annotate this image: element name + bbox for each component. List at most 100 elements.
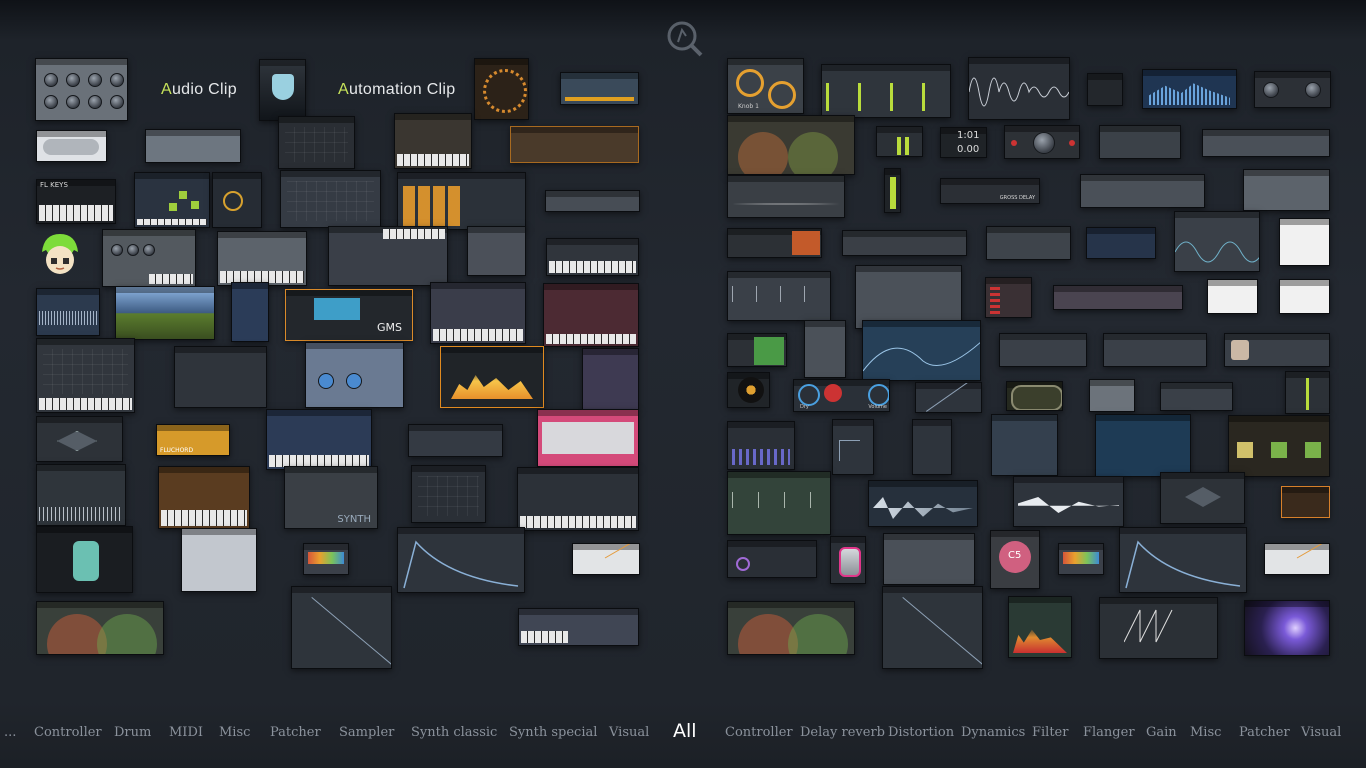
plugin-thumb-eq-curves-2[interactable]	[727, 601, 855, 655]
plugin-thumb-spectrum-blue[interactable]	[1142, 69, 1237, 109]
tab-fx-flanger[interactable]: Flanger	[1083, 725, 1135, 740]
plugin-thumb-channel-strips[interactable]	[821, 64, 951, 118]
plugin-thumb-fader-pair[interactable]	[876, 126, 923, 157]
plugin-thumb-dark-seq[interactable]	[278, 116, 355, 169]
plugin-thumb-cross[interactable]	[912, 419, 952, 475]
plugin-thumb-sytrus[interactable]	[510, 126, 639, 163]
plugin-thumb-orange-synth[interactable]	[394, 113, 472, 169]
plugin-thumb-gray-small[interactable]	[1089, 379, 1135, 412]
plugin-thumb-knob1[interactable]: Knob 1	[727, 58, 804, 114]
tab-fx-distortion[interactable]: Distortion	[888, 725, 954, 740]
audio-clip-label[interactable]: Audio Clip	[161, 81, 237, 99]
plugin-thumb-drumaxx[interactable]	[102, 229, 196, 287]
plugin-thumb-white-page-3[interactable]	[1279, 279, 1330, 314]
plugin-thumb-pink-synth[interactable]	[543, 283, 639, 347]
plugin-thumb-plasma[interactable]	[1244, 600, 1330, 656]
plugin-thumb-c5[interactable]: C5	[990, 530, 1040, 589]
plugin-thumb-keys-small[interactable]	[518, 608, 639, 646]
tab-fx-gain[interactable]: Gain	[1146, 725, 1177, 740]
tab-fx-dynamics[interactable]: Dynamics	[961, 725, 1025, 740]
plugin-thumb-slim-knobs[interactable]	[842, 230, 967, 256]
plugin-thumb-knob-bank[interactable]	[1103, 333, 1207, 367]
plugin-thumb-eq-curves[interactable]	[36, 601, 164, 655]
plugin-thumb-fl-keys[interactable]: FL KEYS	[36, 179, 116, 224]
plugin-thumb-rounded[interactable]	[1006, 381, 1063, 411]
plugin-thumb-curve-small-2[interactable]	[1264, 543, 1330, 575]
plugin-thumb-spectrogram[interactable]	[1008, 596, 1072, 658]
plugin-thumb-saw-display[interactable]	[1099, 597, 1218, 659]
plugin-thumb-pink-module[interactable]	[537, 409, 639, 467]
tab-fx-filter[interactable]: Filter	[1032, 725, 1068, 740]
plugin-thumb-synth-red[interactable]	[430, 282, 526, 344]
plugin-thumb-dark-square[interactable]	[991, 414, 1058, 476]
plugin-thumb-knob-large[interactable]	[883, 533, 975, 585]
plugin-thumb-green-square[interactable]	[727, 333, 787, 367]
plugin-thumb-step[interactable]	[832, 419, 874, 475]
plugin-thumb-envelope[interactable]	[397, 527, 525, 593]
tab-overflow[interactable]: ...	[4, 725, 16, 740]
plugin-thumb-shield[interactable]	[259, 59, 306, 121]
plugin-thumb-curve-small[interactable]	[572, 543, 640, 575]
plugin-thumb-lfo[interactable]	[36, 464, 126, 526]
plugin-thumb-gross-delay[interactable]: GROSS DELAY	[940, 178, 1040, 204]
plugin-thumb-light-ui[interactable]	[181, 528, 257, 592]
plugin-thumb-gms[interactable]: GMS	[285, 289, 413, 341]
tab-gen-synth-special[interactable]: Synth special	[509, 725, 597, 740]
plugin-thumb-clock[interactable]: 1:01 0.00	[940, 127, 987, 158]
plugin-thumb-blue-strip[interactable]	[231, 282, 269, 342]
plugin-thumb-knob-row[interactable]	[986, 226, 1071, 260]
plugin-thumb-ring-synth[interactable]	[212, 172, 262, 228]
plugin-thumb-wave-blue[interactable]	[868, 480, 978, 527]
plugin-thumb-blue-mixer[interactable]	[1086, 227, 1156, 259]
plugin-thumb-diag[interactable]	[915, 382, 982, 413]
plugin-thumb-red-wave[interactable]	[727, 228, 822, 258]
plugin-thumb-editor[interactable]	[328, 226, 448, 286]
tab-gen-sampler[interactable]: Sampler	[339, 725, 394, 740]
tab-fx-patcher[interactable]: Patcher	[1239, 725, 1290, 740]
plugin-thumb-blue-eq[interactable]	[862, 320, 981, 381]
plugin-thumb-dark-pad[interactable]	[174, 346, 267, 408]
plugin-thumb-speaker[interactable]	[36, 526, 133, 593]
plugin-thumb-sine[interactable]	[1174, 211, 1260, 272]
plugin-thumb-curve-editor-2[interactable]	[882, 586, 983, 669]
plugin-thumb-envelope-2[interactable]	[727, 471, 831, 535]
search-icon[interactable]	[664, 18, 704, 58]
plugin-thumb-saw-panel[interactable]	[999, 333, 1087, 367]
tab-fx-controller[interactable]: Controller	[725, 725, 793, 740]
plugin-thumb-video[interactable]	[115, 286, 215, 340]
plugin-thumb-blue-knobs[interactable]: Dry Volume	[793, 379, 890, 412]
plugin-thumb-mini-knobs[interactable]	[1099, 125, 1181, 159]
plugin-thumb-vertical-faders[interactable]	[804, 320, 846, 378]
plugin-thumb-purple[interactable]	[582, 348, 639, 410]
tab-all[interactable]: All	[673, 720, 697, 742]
plugin-thumb-red-list[interactable]	[985, 277, 1032, 318]
plugin-thumb-red-meter[interactable]	[830, 536, 866, 584]
tab-gen-drum[interactable]: Drum	[114, 725, 151, 740]
plugin-thumb-drum-grid[interactable]	[134, 172, 210, 228]
plugin-thumb-envelope-3[interactable]	[1119, 527, 1247, 593]
plugin-thumb-pink-faders[interactable]	[1053, 285, 1183, 310]
plugin-thumb-piano-bars[interactable]	[727, 421, 795, 470]
plugin-thumb-harmor[interactable]	[280, 170, 381, 228]
tab-gen-misc[interactable]: Misc	[219, 725, 250, 740]
plugin-thumb-modular[interactable]	[517, 467, 639, 531]
plugin-thumb-3xosc[interactable]	[35, 58, 128, 121]
plugin-thumb-knob-strip[interactable]	[545, 190, 640, 212]
plugin-thumb-rgb[interactable]	[727, 540, 817, 578]
plugin-thumb-meter[interactable]	[560, 72, 639, 105]
plugin-thumb-fpc-pad[interactable]	[36, 130, 107, 162]
plugin-thumb-keyboard[interactable]	[546, 238, 639, 276]
plugin-thumb-knobs-dark[interactable]	[1254, 71, 1331, 108]
plugin-thumb-blue-ui[interactable]	[305, 342, 404, 408]
automation-clip-label[interactable]: Automation Clip	[338, 81, 455, 99]
plugin-thumb-blue-synth[interactable]	[266, 409, 372, 470]
plugin-thumb-level-bar[interactable]	[884, 168, 901, 213]
plugin-thumb-wave-editor[interactable]	[36, 288, 100, 336]
plugin-thumb-right-panel[interactable]	[1243, 169, 1330, 211]
plugin-thumb-mini-table[interactable]	[303, 543, 349, 575]
plugin-thumb-piano-roll[interactable]	[36, 338, 135, 413]
plugin-thumb-wave[interactable]	[968, 57, 1070, 120]
tab-fx-delay-reverb[interactable]: Delay reverb	[800, 725, 885, 740]
tab-gen-synth-classic[interactable]: Synth classic	[411, 725, 497, 740]
tab-gen-patcher[interactable]: Patcher	[270, 725, 321, 740]
